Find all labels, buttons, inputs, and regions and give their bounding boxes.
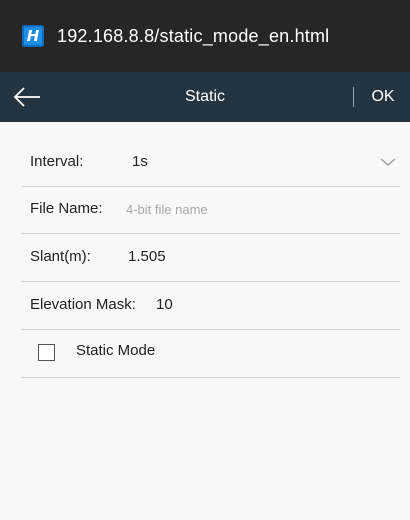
interval-label: Interval:: [30, 153, 84, 170]
ok-button[interactable]: OK: [363, 72, 403, 122]
url-text[interactable]: 192.168.8.8/static_mode_en.html: [57, 26, 329, 47]
page-title: Static: [184, 88, 225, 105]
file-name-row: File Name:: [22, 185, 400, 234]
static-mode-label: Static Mode: [76, 342, 156, 359]
elevation-mask-row: Elevation Mask: 10: [22, 281, 400, 330]
file-name-input[interactable]: [126, 197, 386, 221]
interval-row: Interval: 1s: [22, 138, 400, 187]
slant-value[interactable]: 1.505: [128, 233, 166, 281]
app-icon: H: [22, 25, 44, 47]
browser-url-bar: H 192.168.8.8/static_mode_en.html: [0, 0, 410, 72]
slant-row: Slant(m): 1.505: [22, 233, 400, 282]
static-mode-page: H 192.168.8.8/static_mode_en.html Static…: [0, 0, 410, 520]
static-settings-form: Interval: 1s File Name: Slant(m): 1.505 …: [0, 122, 410, 520]
elevation-mask-label: Elevation Mask:: [30, 296, 136, 313]
title-divider: [353, 87, 354, 107]
slant-label: Slant(m):: [30, 248, 91, 265]
file-name-label: File Name:: [30, 200, 103, 217]
app-icon-letter: H: [26, 27, 40, 45]
static-mode-row: Static Mode: [22, 329, 400, 378]
back-button[interactable]: [10, 82, 44, 112]
back-arrow-icon: [13, 87, 40, 107]
interval-select[interactable]: Interval: 1s: [22, 138, 400, 186]
elevation-mask-value[interactable]: 10: [156, 281, 173, 329]
title-bar: Static OK: [0, 72, 410, 122]
static-mode-checkbox[interactable]: [38, 344, 55, 361]
interval-value: 1s: [132, 153, 148, 170]
chevron-down-icon: [380, 158, 396, 166]
